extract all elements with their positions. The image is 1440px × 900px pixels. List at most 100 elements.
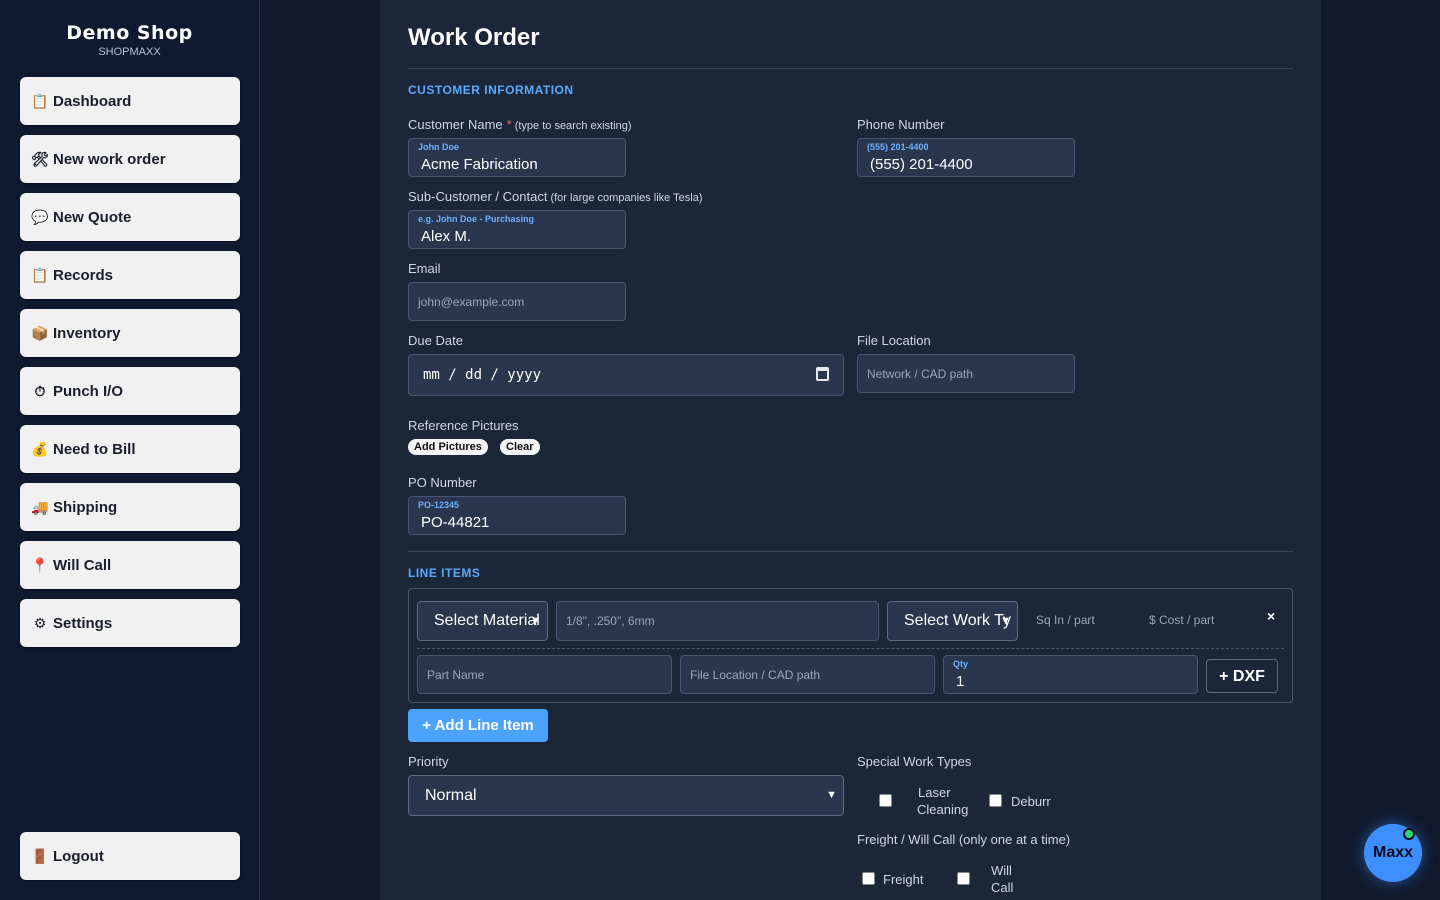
thickness-placeholder: 1/8", .250", 6mm <box>566 614 655 628</box>
customer-name-label-text: Customer Name <box>408 117 503 132</box>
customer-name-input[interactable]: John Doe Acme Fabrication <box>408 138 626 177</box>
phone-placeholder: (555) 201-4400 <box>867 142 929 152</box>
customer-name-hint: (type to search existing) <box>514 120 632 132</box>
customer-name-value: Acme Fabrication <box>421 156 538 173</box>
speech-bubble-icon: 💬 <box>31 208 49 225</box>
sidebar-item-label: Shipping <box>53 498 118 516</box>
add-pictures-button[interactable]: Add Pictures <box>408 439 488 455</box>
box-icon: 📦 <box>31 324 49 341</box>
file-location-placeholder: Network / CAD path <box>867 367 974 381</box>
add-line-item-button[interactable]: + Add Line Item <box>408 709 548 742</box>
file-location-input[interactable]: Network / CAD path <box>857 354 1075 393</box>
deburr-checkbox[interactable] <box>989 794 1002 807</box>
chevron-down-icon: ▼ <box>1000 615 1011 627</box>
sidebar-item-records[interactable]: 📋 Records <box>20 251 240 299</box>
due-date-value: mm / dd / yyyy <box>423 367 542 383</box>
special-work-types-label: Special Work Types <box>857 754 972 769</box>
customer-section-title: CUSTOMER INFORMATION <box>408 83 574 97</box>
sidebar-item-dashboard[interactable]: 📋 Dashboard <box>20 77 240 125</box>
material-select[interactable]: Select Material ▼ <box>417 601 548 641</box>
pin-icon: 📍 <box>31 556 49 573</box>
work-type-select[interactable]: Select Work Ty ▼ <box>887 601 1018 641</box>
sidebar-item-label: New work order <box>53 150 166 168</box>
priority-label: Priority <box>408 754 449 769</box>
brand-subtitle: SHOPMAXX <box>98 46 161 58</box>
sidebar-item-label: New Quote <box>53 208 132 226</box>
quantity-input[interactable]: Qty 1 <box>943 655 1198 694</box>
chevron-down-icon: ▼ <box>826 789 837 801</box>
part-file-placeholder: File Location / CAD path <box>690 668 821 682</box>
email-placeholder: john@example.com <box>418 295 525 309</box>
cost-per-part: $ Cost / part <box>1149 613 1215 627</box>
chevron-down-icon: ▼ <box>530 615 541 627</box>
sidebar-item-inventory[interactable]: 📦 Inventory <box>20 309 240 357</box>
sidebar-item-need-to-bill[interactable]: 💰 Need to Bill <box>20 425 240 473</box>
work-type-select-value: Select Work Ty <box>904 612 1011 629</box>
sidebar-item-label: Will Call <box>53 556 112 574</box>
divider <box>417 648 1284 649</box>
sidebar-item-label: Need to Bill <box>53 440 136 458</box>
freight-label: Freight <box>883 872 924 887</box>
line-items-section-title: LINE ITEMS <box>408 566 481 580</box>
sidebar-item-will-call[interactable]: 📍 Will Call <box>20 541 240 589</box>
logout-button[interactable]: 🚪 Logout <box>20 832 240 880</box>
priority-select[interactable]: Normal ▼ <box>408 775 844 816</box>
sub-customer-input[interactable]: e.g. John Doe - Purchasing Alex M. <box>408 210 626 249</box>
material-select-value: Select Material <box>434 612 540 629</box>
phone-input[interactable]: (555) 201-4400 (555) 201-4400 <box>857 138 1075 177</box>
phone-value: (555) 201-4400 <box>870 156 973 173</box>
part-name-input[interactable]: Part Name <box>417 655 672 694</box>
sidebar-item-new-work-order[interactable]: 🛠 New work order <box>20 135 240 183</box>
sidebar-item-settings[interactable]: ⚙ Settings <box>20 599 240 647</box>
sub-customer-hint: (for large companies like Tesla) <box>550 192 703 204</box>
work-order-panel: Work Order CUSTOMER INFORMATION Customer… <box>380 0 1321 900</box>
po-number-input[interactable]: PO-12345 PO-44821 <box>408 496 626 535</box>
divider <box>408 551 1293 552</box>
calendar-icon[interactable] <box>816 367 829 381</box>
sidebar-item-punch-io[interactable]: ⏱ Punch I/O <box>20 367 240 415</box>
sub-customer-placeholder: e.g. John Doe - Purchasing <box>418 214 535 224</box>
money-bag-icon: 💰 <box>31 440 49 457</box>
sidebar-item-shipping[interactable]: 🚚 Shipping <box>20 483 240 531</box>
page-title: Work Order <box>408 24 540 51</box>
brand: Demo Shop SHOPMAXX <box>0 0 259 58</box>
freight-will-call-label: Freight / Will Call (only one at a time) <box>857 832 1071 847</box>
priority-select-value: Normal <box>425 787 477 804</box>
clear-pictures-button[interactable]: Clear <box>500 439 540 455</box>
po-number-value: PO-44821 <box>421 514 490 531</box>
sidebar-item-label: Records <box>53 266 114 284</box>
add-dxf-button[interactable]: + DXF <box>1206 659 1278 693</box>
freight-checkbox[interactable] <box>862 872 875 885</box>
email-field[interactable]: john@example.com <box>408 282 626 321</box>
sidebar-item-label: Punch I/O <box>53 382 124 400</box>
email-label: Email <box>408 261 441 276</box>
sidebar-nav: 📋 Dashboard 🛠 New work order 💬 New Quote 📋 R… <box>20 77 240 657</box>
thickness-input[interactable]: 1/8", .250", 6mm <box>556 601 879 641</box>
door-icon: 🚪 <box>31 847 49 864</box>
sub-customer-label: Sub-Customer / Contact (for large compani… <box>408 189 702 204</box>
file-location-label: File Location <box>857 333 931 348</box>
laser-cleaning-label-line2: Cleaning <box>917 802 969 817</box>
will-call-label-line2: Call <box>991 880 1014 895</box>
phone-label: Phone Number <box>857 117 945 132</box>
tools-icon: 🛠 <box>31 150 49 167</box>
po-number-placeholder: PO-12345 <box>418 500 460 510</box>
sidebar-item-label: Inventory <box>53 324 121 342</box>
laser-cleaning-label-line1: Laser <box>918 785 951 800</box>
due-date-label: Due Date <box>408 333 463 348</box>
remove-line-item-icon[interactable]: × <box>1267 608 1275 624</box>
due-date-input[interactable]: mm / dd / yyyy <box>408 354 844 396</box>
customer-name-placeholder: John Doe <box>418 142 460 152</box>
laser-cleaning-checkbox[interactable] <box>879 794 892 807</box>
part-file-location-input[interactable]: File Location / CAD path <box>680 655 935 694</box>
sidebar-item-new-quote[interactable]: 💬 New Quote <box>20 193 240 241</box>
customer-name-label: Customer Name * (type to search existing) <box>408 117 631 132</box>
will-call-checkbox[interactable] <box>957 872 970 885</box>
clipboard-icon: 📋 <box>31 266 49 283</box>
logout-label: Logout <box>53 847 104 865</box>
laser-cleaning-label: Laser Cleaning <box>917 784 968 818</box>
sidebar-item-label: Settings <box>53 614 113 632</box>
sq-in-per-part: Sq In / part <box>1036 613 1095 627</box>
line-item-card: Select Material ▼ 1/8", .250", 6mm Select… <box>408 588 1293 703</box>
reference-pictures-label: Reference Pictures <box>408 418 519 433</box>
